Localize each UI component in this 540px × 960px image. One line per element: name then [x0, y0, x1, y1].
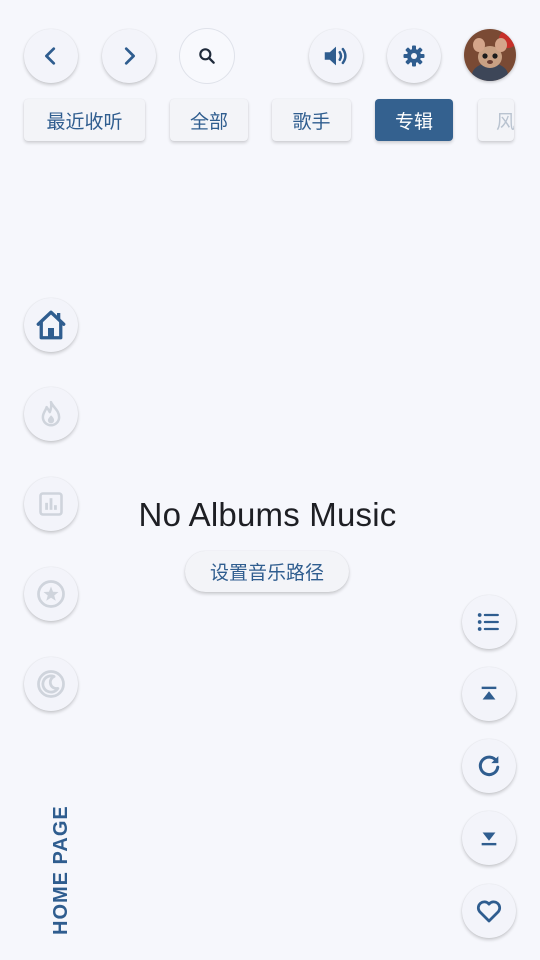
avatar[interactable] [464, 29, 516, 81]
tab-artists[interactable]: 歌手 [272, 99, 351, 141]
settings-button[interactable] [387, 29, 441, 83]
volume-button[interactable] [309, 29, 363, 83]
tab-albums[interactable]: 专辑 [375, 99, 453, 141]
scroll-top-icon [481, 686, 497, 700]
forward-button[interactable] [102, 29, 156, 83]
tab-all[interactable]: 全部 [170, 99, 248, 141]
settings-icon [403, 45, 425, 67]
tab-recent[interactable]: 最近收听 [24, 99, 145, 141]
list-button[interactable] [462, 595, 516, 649]
empty-state-message: No Albums Music [138, 496, 397, 533]
star-icon [37, 580, 65, 608]
list-icon [477, 613, 499, 631]
avatar-image [464, 29, 516, 81]
favorite-button[interactable] [462, 884, 516, 938]
scroll-bottom-icon [481, 832, 497, 846]
sidebar-item-favorites[interactable] [24, 567, 78, 621]
flame-icon [41, 400, 61, 427]
refresh-icon [478, 755, 500, 777]
sidebar-item-sleep[interactable] [24, 657, 78, 711]
moon-icon [37, 670, 65, 698]
scroll-bottom-button[interactable] [462, 811, 516, 865]
refresh-button[interactable] [462, 739, 516, 793]
heart-icon [476, 900, 502, 923]
back-button[interactable] [24, 29, 78, 83]
volume-icon [324, 46, 347, 66]
search-button[interactable] [180, 29, 234, 83]
tab-style[interactable]: 风 [478, 99, 514, 141]
back-icon [45, 47, 56, 65]
sidebar-item-home[interactable] [24, 298, 78, 352]
sidebar-item-hot[interactable] [24, 387, 78, 441]
search-icon [199, 48, 215, 64]
set-music-path-button[interactable]: 设置音乐路径 [185, 551, 349, 592]
forward-icon [124, 47, 135, 65]
home-icon [36, 310, 66, 340]
scroll-top-button[interactable] [462, 667, 516, 721]
page-label: HOME PAGE [50, 805, 72, 935]
